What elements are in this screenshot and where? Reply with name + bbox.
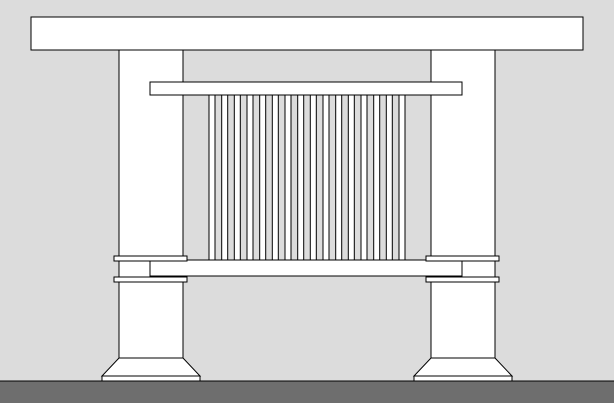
baluster: [347, 94, 355, 261]
baluster: [221, 94, 229, 261]
right-post-plinth: [413, 375, 513, 382]
left-post-plinth: [101, 375, 201, 382]
baluster: [271, 94, 279, 261]
baluster: [373, 94, 381, 261]
baluster: [246, 94, 254, 261]
baluster: [322, 94, 330, 261]
pergola-elevation-drawing: [0, 0, 614, 403]
left-post-upper-collar: [113, 255, 188, 262]
baluster: [297, 94, 305, 261]
top-beam: [30, 16, 584, 51]
right-post-upper-collar: [425, 255, 500, 262]
baluster: [259, 94, 267, 261]
baluster: [360, 94, 368, 261]
baluster: [208, 94, 216, 261]
background: [0, 0, 614, 403]
baluster: [335, 94, 343, 261]
left-post-base: [100, 357, 202, 377]
baluster: [284, 94, 292, 261]
baluster: [309, 94, 317, 261]
left-post-lower-collar: [113, 276, 188, 283]
baluster: [385, 94, 393, 261]
top-rail: [149, 81, 463, 96]
right-post: [430, 49, 496, 359]
left-post: [118, 49, 184, 359]
baluster: [233, 94, 241, 261]
right-post-lower-collar: [425, 276, 500, 283]
baluster: [398, 94, 406, 261]
ground: [0, 381, 614, 403]
bottom-rail: [149, 259, 463, 277]
right-post-base: [412, 357, 514, 377]
